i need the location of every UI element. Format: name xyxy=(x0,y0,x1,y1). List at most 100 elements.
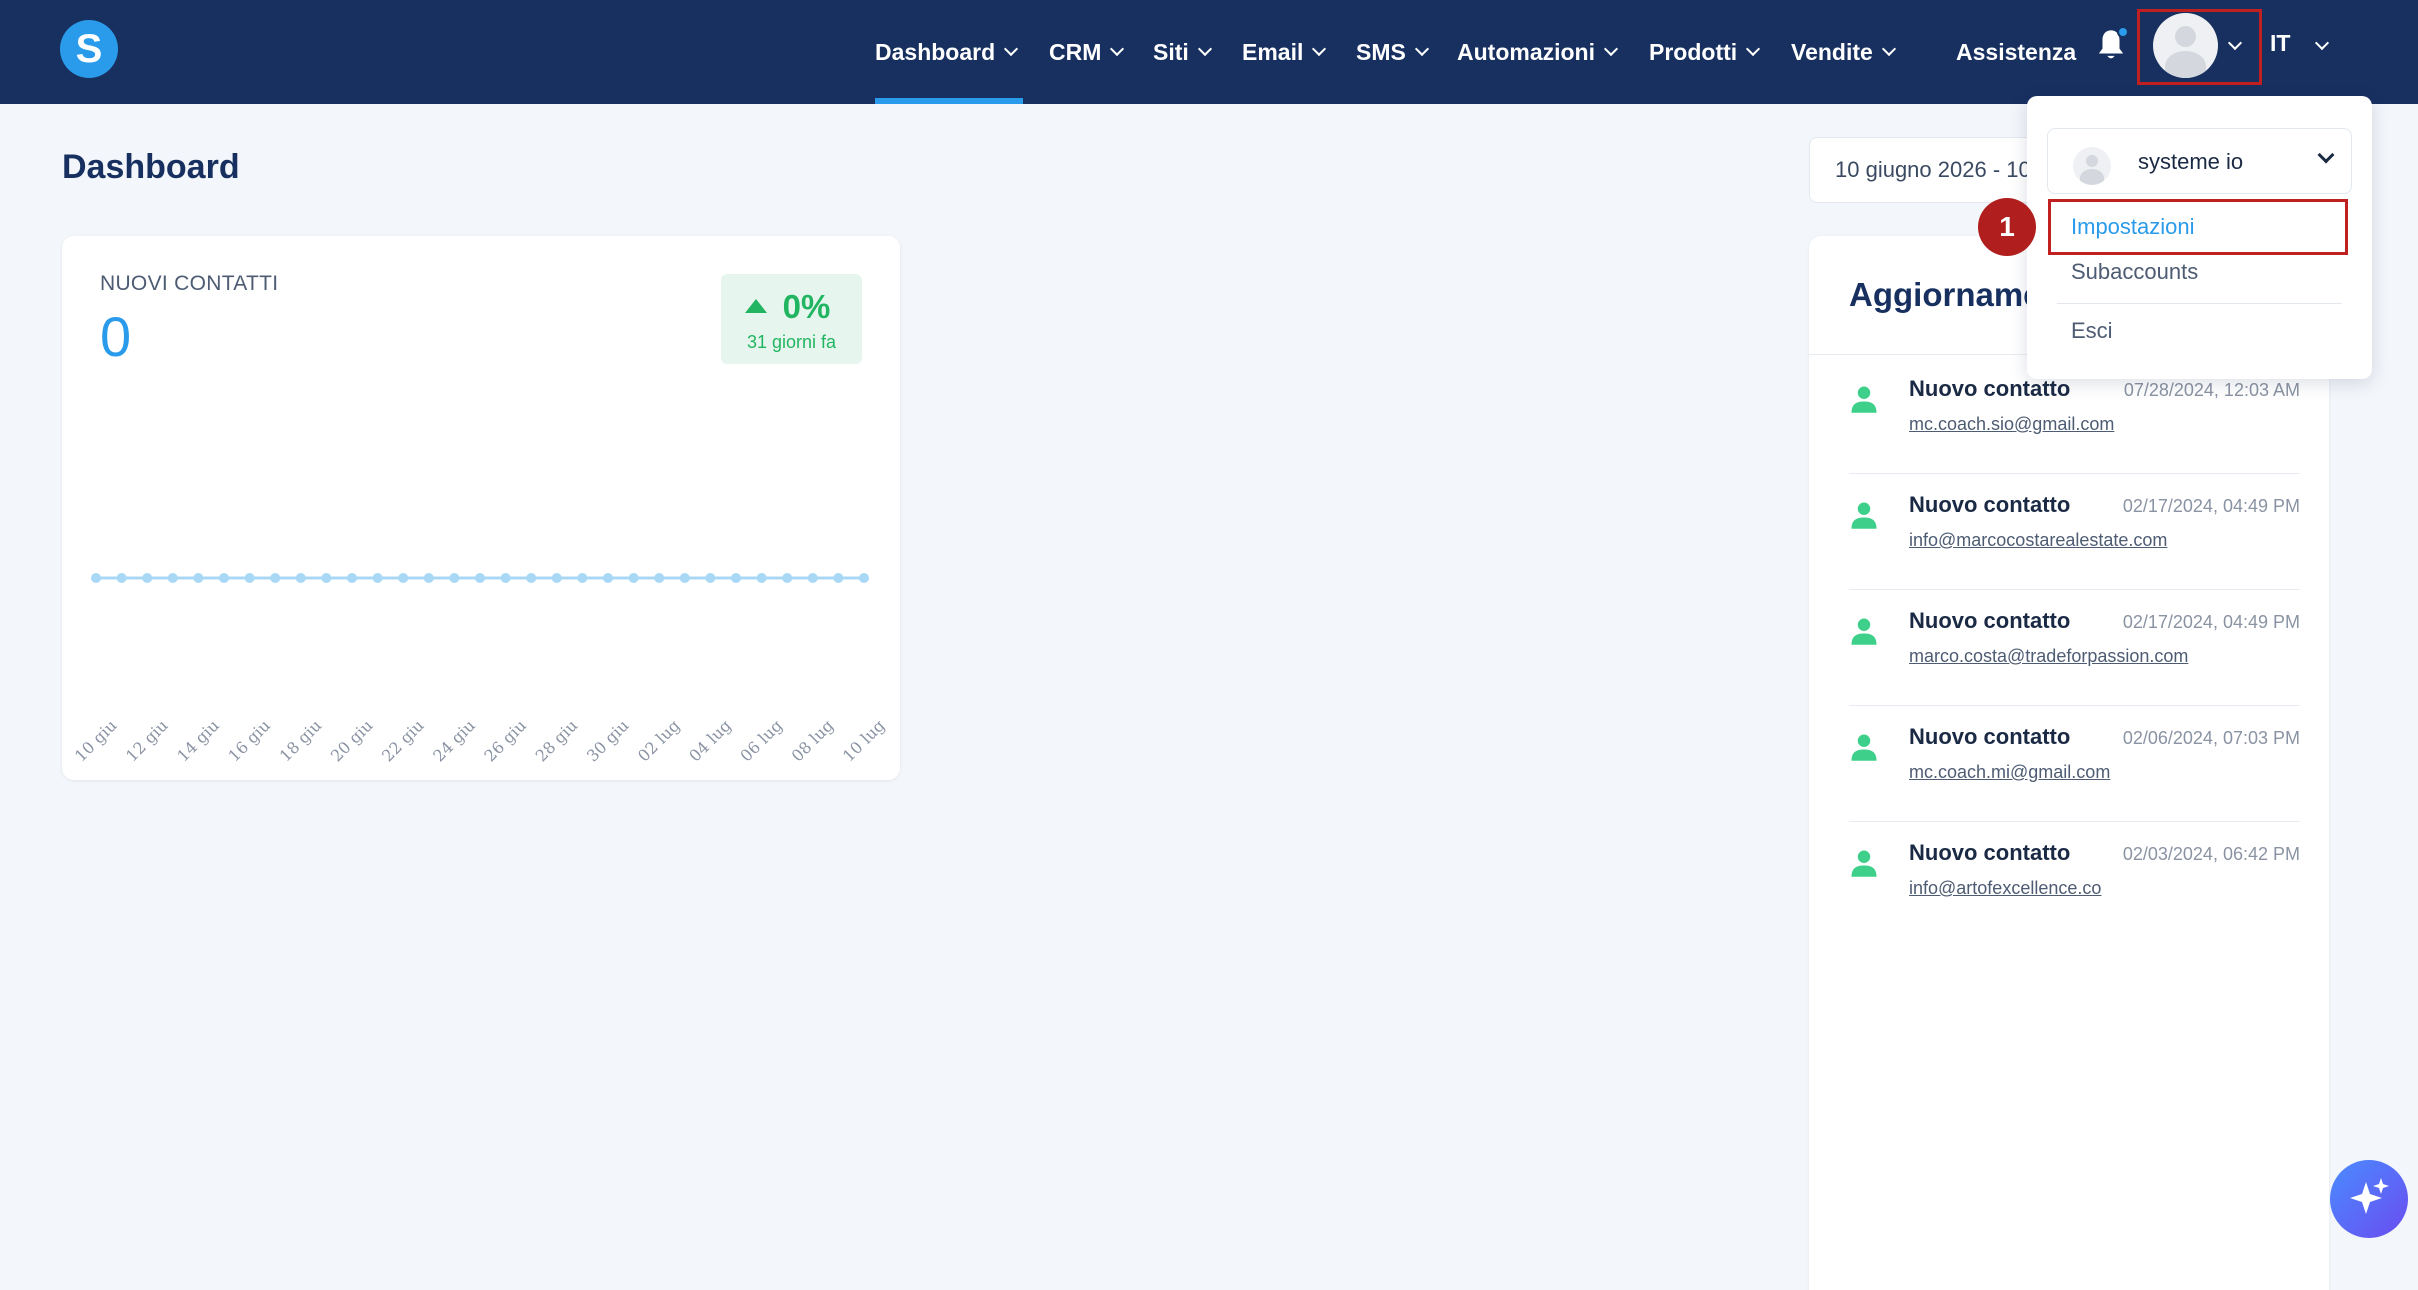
nav-item-automazioni[interactable]: Automazioni xyxy=(1457,0,1619,104)
data-point xyxy=(116,573,127,583)
account-avatar xyxy=(2073,147,2111,185)
avatar-shoulders xyxy=(2165,51,2206,78)
chevron-down-icon xyxy=(1197,41,1212,57)
menu-highlight-box xyxy=(2048,199,2348,255)
data-point xyxy=(628,573,639,583)
x-tick-label: 14 giu xyxy=(173,716,223,766)
contacts-line-chart: 10 giu 12 giu 14 giu 16 giu 18 giu 20 giu 22 g… xyxy=(71,573,889,766)
x-tick-label: 24 giu xyxy=(429,716,479,766)
account-name: systeme io xyxy=(2138,149,2244,174)
nav-item-label: Siti xyxy=(1153,38,1189,65)
feed-title: Nuovo contatto xyxy=(1909,376,2071,401)
data-point xyxy=(603,573,613,583)
nav-item-prodotti[interactable]: Prodotti xyxy=(1649,0,1761,104)
data-point xyxy=(449,573,460,583)
x-tick-label: 08 lug xyxy=(788,716,838,766)
x-tick-label: 02 lug xyxy=(634,716,684,766)
step-number-badge: 1 xyxy=(1978,198,2036,256)
feed-timestamp: 02/06/2024, 07:03 PM xyxy=(2122,728,2300,748)
new-contacts-card: NUOVI CONTATTI 0 0% 31 giorni fa 10 giu 1… xyxy=(62,236,900,780)
chevron-down-icon xyxy=(1312,41,1327,57)
chevron-down-icon xyxy=(1603,41,1619,57)
menu-item-subaccounts[interactable]: Subaccounts xyxy=(2071,259,2198,285)
user-avatar[interactable] xyxy=(2153,13,2218,78)
feed-timestamp: 02/17/2024, 04:49 PM xyxy=(2122,612,2300,632)
sparkle-icon xyxy=(2350,1178,2389,1214)
x-tick-label: 10 lug xyxy=(839,716,889,766)
nav-item-dashboard[interactable]: Dashboard xyxy=(875,0,1019,104)
systeme-logo[interactable]: S xyxy=(60,20,118,78)
contact-email-link[interactable]: marco.costa@tradeforpassion.com xyxy=(1909,646,2188,667)
data-point xyxy=(705,573,716,583)
nav-item-vendite[interactable]: Vendite xyxy=(1791,0,1896,104)
feed-timestamp: 02/17/2024, 04:49 PM xyxy=(2122,496,2300,516)
data-point xyxy=(193,573,204,583)
list-item: Nuovo contatto 02/06/2024, 07:03 PM mc.c… xyxy=(1849,706,2300,822)
account-selector[interactable]: systeme io xyxy=(2047,128,2352,194)
chevron-down-icon xyxy=(1110,41,1125,57)
user-icon xyxy=(1851,386,1877,413)
data-point xyxy=(807,573,818,583)
feed-title: Nuovo contatto xyxy=(1909,840,2071,865)
x-tick-label: 10 giu xyxy=(71,716,121,766)
x-tick-label: 06 lug xyxy=(736,716,786,766)
feed-title: Nuovo contatto xyxy=(1909,608,2071,633)
data-point xyxy=(91,573,101,583)
avatar-shoulders xyxy=(2080,169,2104,185)
x-tick-label: 16 giu xyxy=(224,716,274,766)
nav-item-label: SMS xyxy=(1356,38,1406,65)
chevron-down-icon xyxy=(2317,146,2335,164)
chevron-down-icon xyxy=(1004,41,1019,57)
feed-title: Nuovo contatto xyxy=(1909,492,2071,517)
feed-timestamp: 02/03/2024, 06:42 PM xyxy=(2122,844,2300,864)
data-point xyxy=(551,573,562,583)
avatar-head xyxy=(2086,155,2098,167)
notification-dot xyxy=(2117,26,2129,38)
nav-item-sms[interactable]: SMS xyxy=(1356,0,1429,104)
updates-panel: Aggiornamenti Nuovo contatto 07/28/2024,… xyxy=(1809,236,2329,1290)
nav-active-indicator xyxy=(875,98,1023,104)
data-point xyxy=(654,573,665,583)
data-point xyxy=(167,573,178,583)
data-point xyxy=(270,573,281,583)
x-tick-label: 18 giu xyxy=(276,716,326,766)
data-point xyxy=(347,573,357,583)
x-tick-label: 22 giu xyxy=(378,716,428,766)
nav-item-email[interactable]: Email xyxy=(1242,0,1327,104)
data-point xyxy=(475,573,485,583)
nav-item-label: Automazioni xyxy=(1457,38,1595,65)
data-point xyxy=(295,573,306,583)
contact-email-link[interactable]: mc.coach.mi@gmail.com xyxy=(1909,762,2110,783)
x-tick-label: 12 giu xyxy=(122,716,172,766)
data-point xyxy=(756,573,767,583)
language-selector[interactable]: IT xyxy=(2270,30,2290,57)
list-item: Nuovo contatto 02/17/2024, 04:49 PM marc… xyxy=(1849,590,2300,706)
data-point xyxy=(731,573,741,583)
date-range-input[interactable]: 10 giugno 2026 - 10 luglio 2026 xyxy=(1809,137,2049,203)
nav-item-crm[interactable]: CRM xyxy=(1049,0,1125,104)
contact-email-link[interactable]: mc.coach.sio@gmail.com xyxy=(1909,414,2114,435)
chevron-down-icon xyxy=(1881,41,1896,57)
x-tick-label: 28 giu xyxy=(532,716,582,766)
x-tick-label: 26 giu xyxy=(480,716,530,766)
ai-assistant-button[interactable] xyxy=(2330,1160,2408,1238)
nav-item-label: Email xyxy=(1242,38,1304,65)
nav-item-label: CRM xyxy=(1049,38,1102,65)
x-tick-label: 30 giu xyxy=(583,716,633,766)
x-tick-label: 04 lug xyxy=(685,716,735,766)
user-icon xyxy=(1851,734,1877,761)
nav-item-siti[interactable]: Siti xyxy=(1153,0,1212,104)
page-title: Dashboard xyxy=(62,148,240,186)
menu-item-esci[interactable]: Esci xyxy=(2071,318,2113,344)
avatar-head xyxy=(2175,26,2196,47)
list-item: Nuovo contatto 02/17/2024, 04:49 PM info… xyxy=(1849,474,2300,590)
chevron-down-icon xyxy=(1414,41,1429,57)
data-point xyxy=(321,573,332,583)
contact-email-link[interactable]: info@artofexcellence.co xyxy=(1909,878,2101,899)
contact-email-link[interactable]: info@marcocostarealestate.com xyxy=(1909,530,2167,551)
assistance-link[interactable]: Assistenza xyxy=(1956,0,2076,104)
data-point xyxy=(577,573,588,583)
data-point xyxy=(142,573,153,583)
nav-item-label: Dashboard xyxy=(875,38,996,65)
feed-timestamp: 07/28/2024, 12:03 AM xyxy=(2123,380,2300,400)
